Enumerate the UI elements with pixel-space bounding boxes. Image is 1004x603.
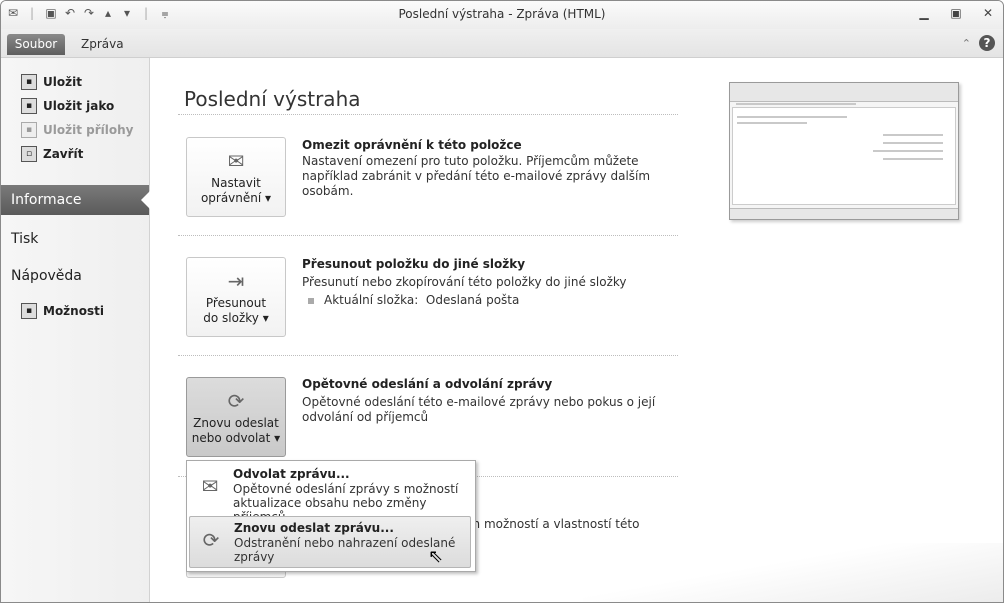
move-folder-icon: ⇥ [227,269,245,293]
nav-options[interactable]: ▪ Možnosti [21,303,104,319]
resend-label-1: Znovu odeslat [193,416,279,430]
divider [178,355,678,356]
nav-info-label: Informace [11,192,82,208]
nav-print-label: Tisk [11,231,39,247]
nav-help[interactable]: Nápověda [1,261,149,291]
thumbnail-line [873,150,943,152]
folder-close-icon: ▫ [21,146,37,162]
thumbnail-status-bar [730,208,958,219]
thumbnail-line [737,116,847,118]
recall-envelope-icon: ✉ [201,474,219,498]
thumbnail-line [883,134,943,136]
current-folder-label: Aktuální složka: [324,293,419,307]
menu-item-recall[interactable]: ✉ Odvolat zprávu... Opětovné odeslání zp… [189,463,471,524]
thumbnail-line [737,122,807,124]
window-title: Poslední výstraha - Zpráva (HTML) [398,7,606,21]
permissions-desc: Nastavení omezení pro tuto položku. Příj… [302,154,651,198]
mouse-cursor-icon: ⇖ [428,546,444,567]
nav-save-attachments-label: Uložit přílohy [43,123,134,137]
move-label-2: do složky ▾ [203,311,269,325]
current-folder: Aktuální složka: Odeslaná pošta [308,293,519,307]
divider [178,235,678,236]
maximize-icon[interactable]: ▣ [947,5,965,21]
outlook-window: ✉ | ▣ ↶ ↷ ▴ ▾ | ⩦ Poslední výstraha - Zp… [0,0,1004,603]
message-preview-thumbnail[interactable] [729,82,959,220]
options-icon: ▪ [21,303,37,319]
resend-label-2: nebo odvolat ▾ [191,431,281,445]
bullet-square [308,297,314,304]
nav-save[interactable]: ▪ Uložit [21,74,82,90]
envelope-restrict-icon: ✉ [227,149,245,173]
nav-info[interactable]: Informace [1,185,150,215]
thumbnail-line [883,142,943,144]
page-title: Poslední výstraha [184,87,361,111]
move-desc: Přesunutí nebo zkopírování této položky … [302,275,627,289]
resend-title: Opětovné odeslání a odvolání zprávy [302,377,553,391]
close-icon[interactable]: ✕ [979,5,997,21]
move-to-folder-button[interactable]: ⇥ Přesunout do složky ▾ [186,257,286,337]
backstage-nav: ▪ Uložit ▪ Uložit jako ▪ Uložit přílohy … [1,58,150,602]
resend-title-item: Znovu odeslat zprávu... [234,521,394,535]
set-permissions-label-1: Nastavit [211,176,261,190]
thumbnail-line [883,158,943,160]
nav-help-label: Nápověda [11,268,82,284]
set-permissions-label-2: oprávnění ▾ [200,191,272,205]
nav-close-label: Zavřít [43,147,84,161]
attachment-icon: ▪ [21,122,37,138]
nav-save-as[interactable]: ▪ Uložit jako [21,98,114,114]
resend-message-icon: ⟳ [202,528,220,552]
move-label-1: Přesunout [205,296,267,310]
info-panel: Poslední výstraha ✉ Nastavit oprávnění ▾… [150,58,698,602]
nav-save-attachments[interactable]: ▪ Uložit přílohy [21,122,133,138]
active-arrow [141,191,150,209]
thumbnail-ribbon [730,83,958,102]
nav-options-label: Možnosti [43,304,104,318]
ribbon-tab-row: Soubor Zpráva ⌃ ? [1,29,1003,58]
current-folder-value: Odeslaná pošta [425,293,520,307]
nav-save-label: Uložit [43,75,82,89]
recall-title: Odvolat zprávu... [233,467,350,481]
properties-desc-partial: cích možností a vlastností této [456,517,640,531]
nav-close[interactable]: ▫ Zavřít [21,146,83,162]
help-area: ⌃ ? [962,35,995,51]
permissions-title: Omezit oprávnění k této položce [302,138,522,152]
minimize-icon[interactable]: ▁ [915,5,933,21]
move-title: Přesunout položku do jiné složky [302,257,526,271]
title-bar: ✉ | ▣ ↶ ↷ ▴ ▾ | ⩦ Poslední výstraha - Zp… [1,1,1003,29]
decorative-swoosh [583,543,1003,602]
set-permissions-button[interactable]: ✉ Nastavit oprávnění ▾ [186,137,286,217]
save-as-icon: ▪ [21,98,37,114]
nav-save-as-label: Uložit jako [43,99,115,113]
resend-recall-button[interactable]: ⟳ Znovu odeslat nebo odvolat ▾ [186,377,286,457]
nav-print[interactable]: Tisk [1,224,149,254]
resend-icon: ⟳ [227,389,245,413]
divider [178,114,678,115]
tab-file[interactable]: Soubor [7,34,65,55]
thumbnail-body [732,107,956,205]
minimize-ribbon-icon[interactable]: ⌃ [962,37,971,50]
save-icon: ▪ [21,74,37,90]
help-icon[interactable]: ? [979,35,995,51]
preview-pane [583,58,1003,602]
resend-desc: Opětovné odeslání této e-mailové zprávy … [302,395,656,424]
window-controls: ▁ ▣ ✕ [915,5,997,21]
tab-message[interactable]: Zpráva [81,34,124,55]
thumbnail-line [736,103,856,105]
